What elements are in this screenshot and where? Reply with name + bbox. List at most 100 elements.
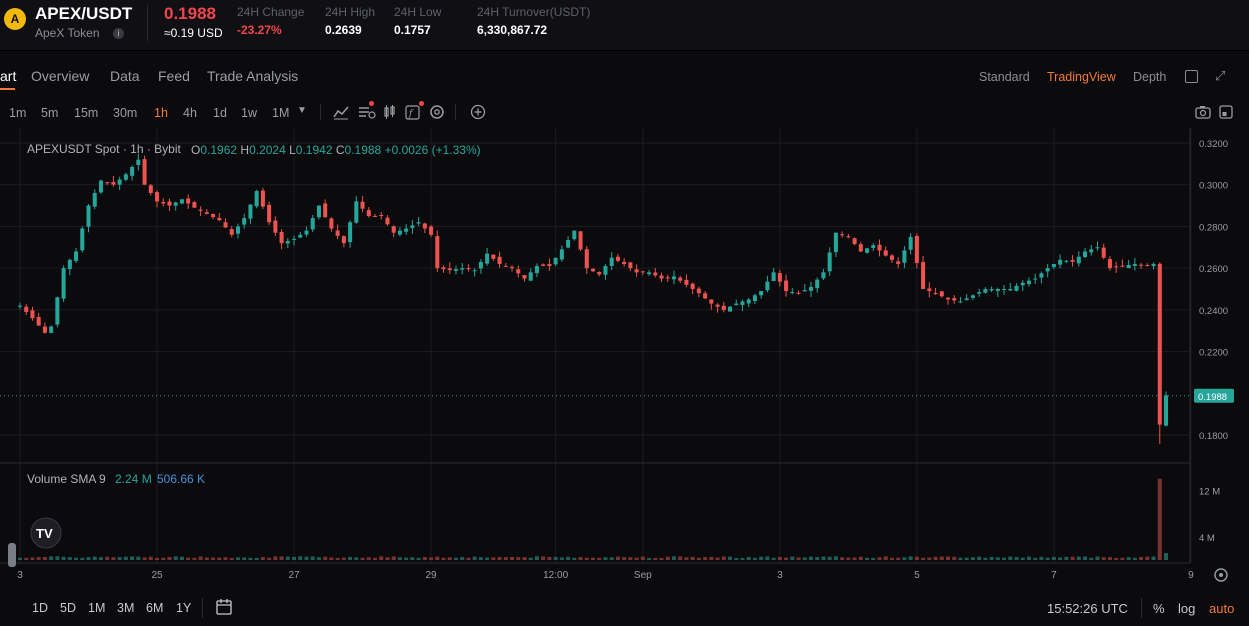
volume-tick-label: 12 M: [1199, 486, 1220, 497]
candle-body: [49, 326, 54, 333]
y-tick-label: 0.3000: [1199, 181, 1228, 192]
candle-body: [1139, 264, 1144, 266]
candle-body: [391, 226, 396, 233]
volume-bar: [198, 556, 203, 560]
info-icon[interactable]: i: [113, 28, 124, 39]
scroll-handle[interactable]: [8, 543, 16, 567]
volume-bar: [360, 557, 365, 560]
candle-body: [815, 279, 820, 289]
x-tick-label: 3: [777, 570, 783, 581]
layout-square-icon[interactable]: [1185, 70, 1198, 83]
range-1d[interactable]: 1D: [32, 601, 48, 615]
volume-bar: [1039, 556, 1044, 560]
timeframe-4h[interactable]: 4h: [183, 106, 197, 120]
candle-body: [503, 265, 508, 267]
volume-bar: [285, 556, 290, 560]
candle-body: [1039, 273, 1044, 278]
volume-sma-value: 506.66 K: [157, 472, 205, 486]
timeframe-5m[interactable]: 5m: [41, 106, 58, 120]
camera-icon[interactable]: [1195, 105, 1211, 119]
fullscreen-icon[interactable]: [1219, 105, 1233, 119]
candle-body: [634, 269, 639, 273]
volume-bar: [1089, 557, 1094, 560]
volume-bar: [665, 556, 670, 560]
legend-high: 0.2024: [249, 143, 286, 157]
volume-bar: [628, 557, 633, 560]
auto-scale-toggle[interactable]: auto: [1209, 601, 1234, 616]
indicators-icon[interactable]: [333, 104, 349, 120]
add-icon[interactable]: [470, 104, 486, 120]
range-6m[interactable]: 6M: [146, 601, 163, 615]
range-3m[interactable]: 3M: [117, 601, 134, 615]
candle-type-icon[interactable]: [383, 104, 397, 120]
volume-bar: [622, 557, 627, 560]
timeframe-15m[interactable]: 15m: [74, 106, 98, 120]
volume-bar: [1020, 557, 1025, 560]
legend-symbol: APEXUSDT Spot · 1h · Bybit: [27, 142, 182, 156]
timeframe-1d[interactable]: 1d: [213, 106, 227, 120]
function-alert-dot: [419, 101, 424, 106]
timeframe-30m[interactable]: 30m: [113, 106, 137, 120]
volume-bar: [802, 557, 807, 560]
log-scale-toggle[interactable]: log: [1178, 601, 1195, 616]
tab-data[interactable]: Data: [110, 68, 140, 84]
utc-clock[interactable]: 15:52:26 UTC: [1047, 601, 1128, 616]
volume-bar: [310, 556, 315, 560]
stat-24h-low-label: 24H Low: [394, 5, 442, 19]
view-standard[interactable]: Standard: [979, 70, 1030, 84]
reset-scale-icon[interactable]: [1214, 568, 1228, 582]
candle-body: [852, 238, 857, 245]
candle-body: [285, 241, 290, 244]
tab-chart[interactable]: art: [0, 68, 16, 84]
view-tradingview[interactable]: TradingView: [1047, 70, 1116, 84]
candle-body: [242, 218, 247, 225]
volume-bar: [883, 556, 888, 560]
timeframe-1w[interactable]: 1w: [241, 106, 257, 120]
date-range-icon[interactable]: [214, 598, 234, 616]
candle-body: [715, 304, 720, 307]
tab-overview[interactable]: Overview: [31, 68, 89, 84]
candle-body: [148, 185, 153, 194]
volume-bar: [759, 556, 764, 560]
candle-body: [335, 230, 340, 236]
volume-bar: [341, 557, 346, 560]
timeframe-1m[interactable]: 1m: [9, 106, 26, 120]
timeframe-1h[interactable]: 1h: [154, 106, 168, 120]
function-icon[interactable]: f: [405, 104, 421, 120]
last-price-usd: ≈0.19 USD: [164, 26, 223, 40]
range-1y[interactable]: 1Y: [176, 601, 191, 615]
timeframe-dropdown-icon[interactable]: ▼: [297, 105, 307, 116]
tab-trade-analysis[interactable]: Trade Analysis: [207, 68, 298, 84]
percent-scale-toggle[interactable]: %: [1153, 601, 1165, 616]
volume-bar: [958, 557, 963, 560]
volume-bar: [410, 557, 415, 560]
volume-bar: [808, 556, 814, 560]
volume-bar: [1051, 556, 1056, 560]
expand-icon[interactable]: ⤢: [1215, 68, 1225, 84]
candle-body: [1151, 263, 1156, 267]
candle-body: [534, 266, 539, 274]
volume-bar: [186, 557, 191, 560]
settings-icon[interactable]: [429, 104, 445, 120]
x-tick-label: Sep: [634, 570, 652, 581]
tab-feed[interactable]: Feed: [158, 68, 190, 84]
view-depth[interactable]: Depth: [1133, 70, 1166, 84]
volume-bar: [970, 557, 975, 560]
timeframe-1M[interactable]: 1M: [272, 106, 289, 120]
stat-24h-turnover-value: 6,330,867.72: [477, 23, 548, 37]
candle-body: [422, 223, 427, 229]
volume-bar: [840, 557, 845, 560]
volume-bar: [989, 556, 994, 560]
range-5d[interactable]: 5D: [60, 601, 76, 615]
volume-bar: [534, 556, 539, 560]
candle-body: [130, 166, 135, 176]
price-chart[interactable]: 0.3200 0.3000 0.2800 0.2600 0.2400 0.2200 0.18…: [0, 128, 1249, 586]
volume-bar: [217, 557, 222, 560]
volume-bar: [329, 557, 334, 560]
compare-icon[interactable]: [358, 104, 376, 120]
pair-title[interactable]: APEX/USDT: [35, 4, 132, 24]
candle-body: [802, 290, 807, 292]
current-price-label: 0.1988: [1198, 392, 1227, 403]
range-1m[interactable]: 1M: [88, 601, 105, 615]
candle-body: [1051, 263, 1056, 268]
